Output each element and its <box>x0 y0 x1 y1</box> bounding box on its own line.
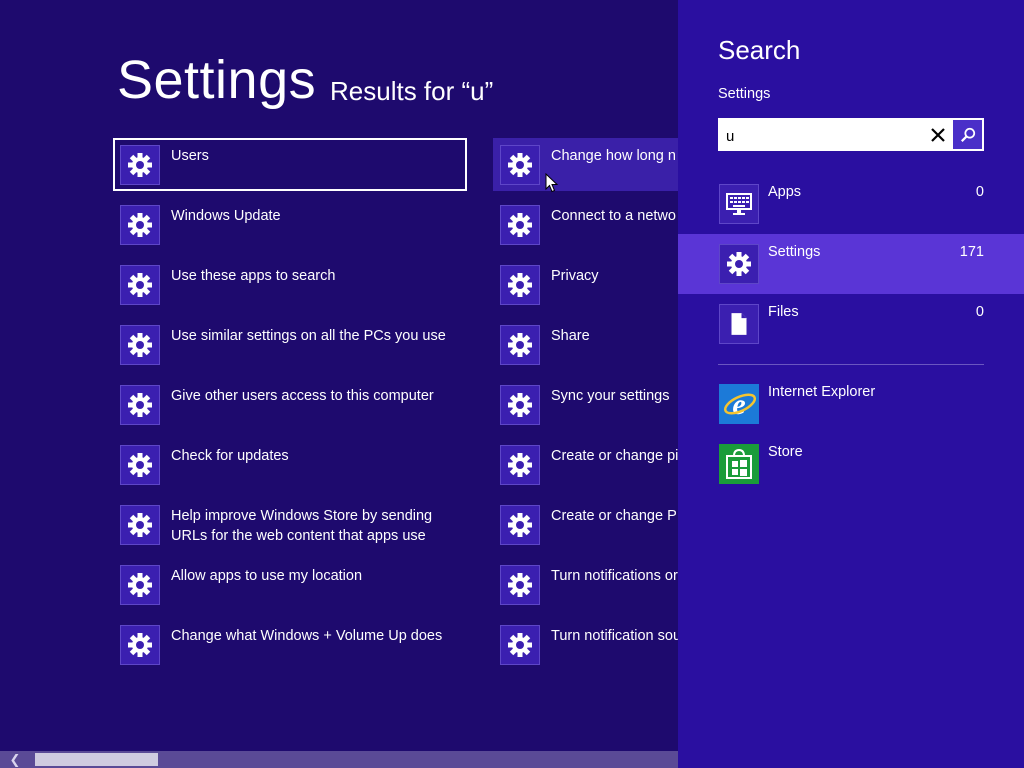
result-label: Create or change PI <box>551 508 678 524</box>
mouse-pointer-icon <box>545 173 559 193</box>
result-label: Help improve Windows Store by sending UR… <box>171 508 433 544</box>
gear-icon <box>120 205 160 245</box>
svg-text:e: e <box>732 388 745 421</box>
gear-icon <box>120 385 160 425</box>
search-icon <box>960 127 975 142</box>
result-tile-users[interactable]: Users <box>113 138 467 191</box>
gear-icon <box>120 505 160 545</box>
result-tile-create-change-picture[interactable]: Create or change pi <box>493 438 678 491</box>
search-box <box>718 118 984 151</box>
page-title: Settings <box>117 50 317 110</box>
search-input[interactable] <box>726 126 926 146</box>
result-label: Change what Windows + Volume Up does <box>171 628 443 644</box>
internet-explorer-icon: e <box>719 384 759 424</box>
gear-icon <box>120 445 160 485</box>
result-label: Allow apps to use my location <box>171 568 363 584</box>
result-tile-allow-location[interactable]: Allow apps to use my location <box>113 558 467 611</box>
result-label: Users <box>171 148 209 164</box>
result-tile-use-these-apps[interactable]: Use these apps to search <box>113 258 467 311</box>
result-tile-connect-network[interactable]: Connect to a netwo <box>493 198 678 251</box>
result-label: Connect to a netwo <box>551 208 676 224</box>
result-tile-share[interactable]: Share <box>493 318 678 371</box>
gear-icon <box>500 265 540 305</box>
result-tile-help-improve-store[interactable]: Help improve Windows Store by sending UR… <box>113 498 467 551</box>
result-label: Sync your settings <box>551 388 670 404</box>
gear-icon <box>500 385 540 425</box>
result-tile-check-for-updates[interactable]: Check for updates <box>113 438 467 491</box>
filter-label: Apps <box>768 184 802 200</box>
gear-icon <box>500 505 540 545</box>
result-label: Windows Update <box>171 208 281 224</box>
store-icon <box>719 444 759 484</box>
result-label: Give other users access to this computer <box>171 388 434 404</box>
gear-icon <box>120 145 160 185</box>
gear-icon <box>120 625 160 665</box>
result-label: Use these apps to search <box>171 268 336 284</box>
gear-icon <box>719 244 759 284</box>
search-filter-files[interactable]: Files 0 <box>678 294 1024 354</box>
gear-icon <box>120 565 160 605</box>
search-button[interactable] <box>953 120 982 149</box>
gear-icon <box>500 145 540 185</box>
search-filter-settings[interactable]: Settings 171 <box>678 234 1024 294</box>
result-label: Check for updates <box>171 448 289 464</box>
result-label: Turn notification sou <box>551 628 678 644</box>
gear-icon <box>500 205 540 245</box>
file-icon <box>719 304 759 344</box>
result-tile-volume-up[interactable]: Change what Windows + Volume Up does <box>113 618 467 671</box>
results-pane: Settings Results for “u” Users Windows U… <box>0 0 678 768</box>
result-tile-sync-settings[interactable]: Sync your settings <box>493 378 678 431</box>
search-app-store[interactable]: Store <box>678 434 1024 494</box>
filter-count: 171 <box>959 244 984 260</box>
clear-search-icon[interactable] <box>928 125 948 145</box>
app-label: Internet Explorer <box>768 384 876 400</box>
search-filter-apps[interactable]: Apps 0 <box>678 174 1024 234</box>
gear-icon <box>500 625 540 665</box>
apps-icon <box>719 184 759 224</box>
search-scope-label: Settings <box>718 86 771 102</box>
result-tile-give-other-users-access[interactable]: Give other users access to this computer <box>113 378 467 431</box>
result-tile-use-similar-settings[interactable]: Use similar settings on all the PCs you … <box>113 318 467 371</box>
filter-label: Settings <box>768 244 821 260</box>
result-label: Create or change pi <box>551 448 678 464</box>
result-tile-notification-sounds[interactable]: Turn notification sou <box>493 618 678 671</box>
search-charm-pane: Search Settings Apps <box>678 0 1024 768</box>
result-tile-privacy[interactable]: Privacy <box>493 258 678 311</box>
result-tile-windows-update[interactable]: Windows Update <box>113 198 467 251</box>
search-app-internet-explorer[interactable]: e Internet Explorer <box>678 374 1024 434</box>
horizontal-scrollbar[interactable]: ❮ <box>0 751 678 768</box>
gear-icon <box>120 325 160 365</box>
result-tile-change-how-long[interactable]: Change how long n <box>493 138 678 191</box>
filter-count: 0 <box>975 184 984 200</box>
result-label: Use similar settings on all the PCs you … <box>171 328 446 344</box>
result-label: Change how long n <box>551 148 676 164</box>
result-label: Share <box>551 328 590 344</box>
gear-icon <box>500 325 540 365</box>
scrollbar-thumb[interactable] <box>35 753 158 766</box>
filter-divider <box>718 364 984 365</box>
results-subtitle: Results for “u” <box>330 76 494 106</box>
result-label: Turn notifications or <box>551 568 678 584</box>
search-pane-title: Search <box>718 35 801 65</box>
gear-icon <box>500 565 540 605</box>
result-tile-turn-notifications[interactable]: Turn notifications or <box>493 558 678 611</box>
app-label: Store <box>768 444 803 460</box>
gear-icon <box>120 265 160 305</box>
gear-icon <box>500 445 540 485</box>
result-label: Privacy <box>551 268 599 284</box>
filter-count: 0 <box>975 304 984 320</box>
filter-label: Files <box>768 304 799 320</box>
scroll-left-arrow-icon[interactable]: ❮ <box>0 751 30 768</box>
result-tile-create-change-pin[interactable]: Create or change PI <box>493 498 678 551</box>
